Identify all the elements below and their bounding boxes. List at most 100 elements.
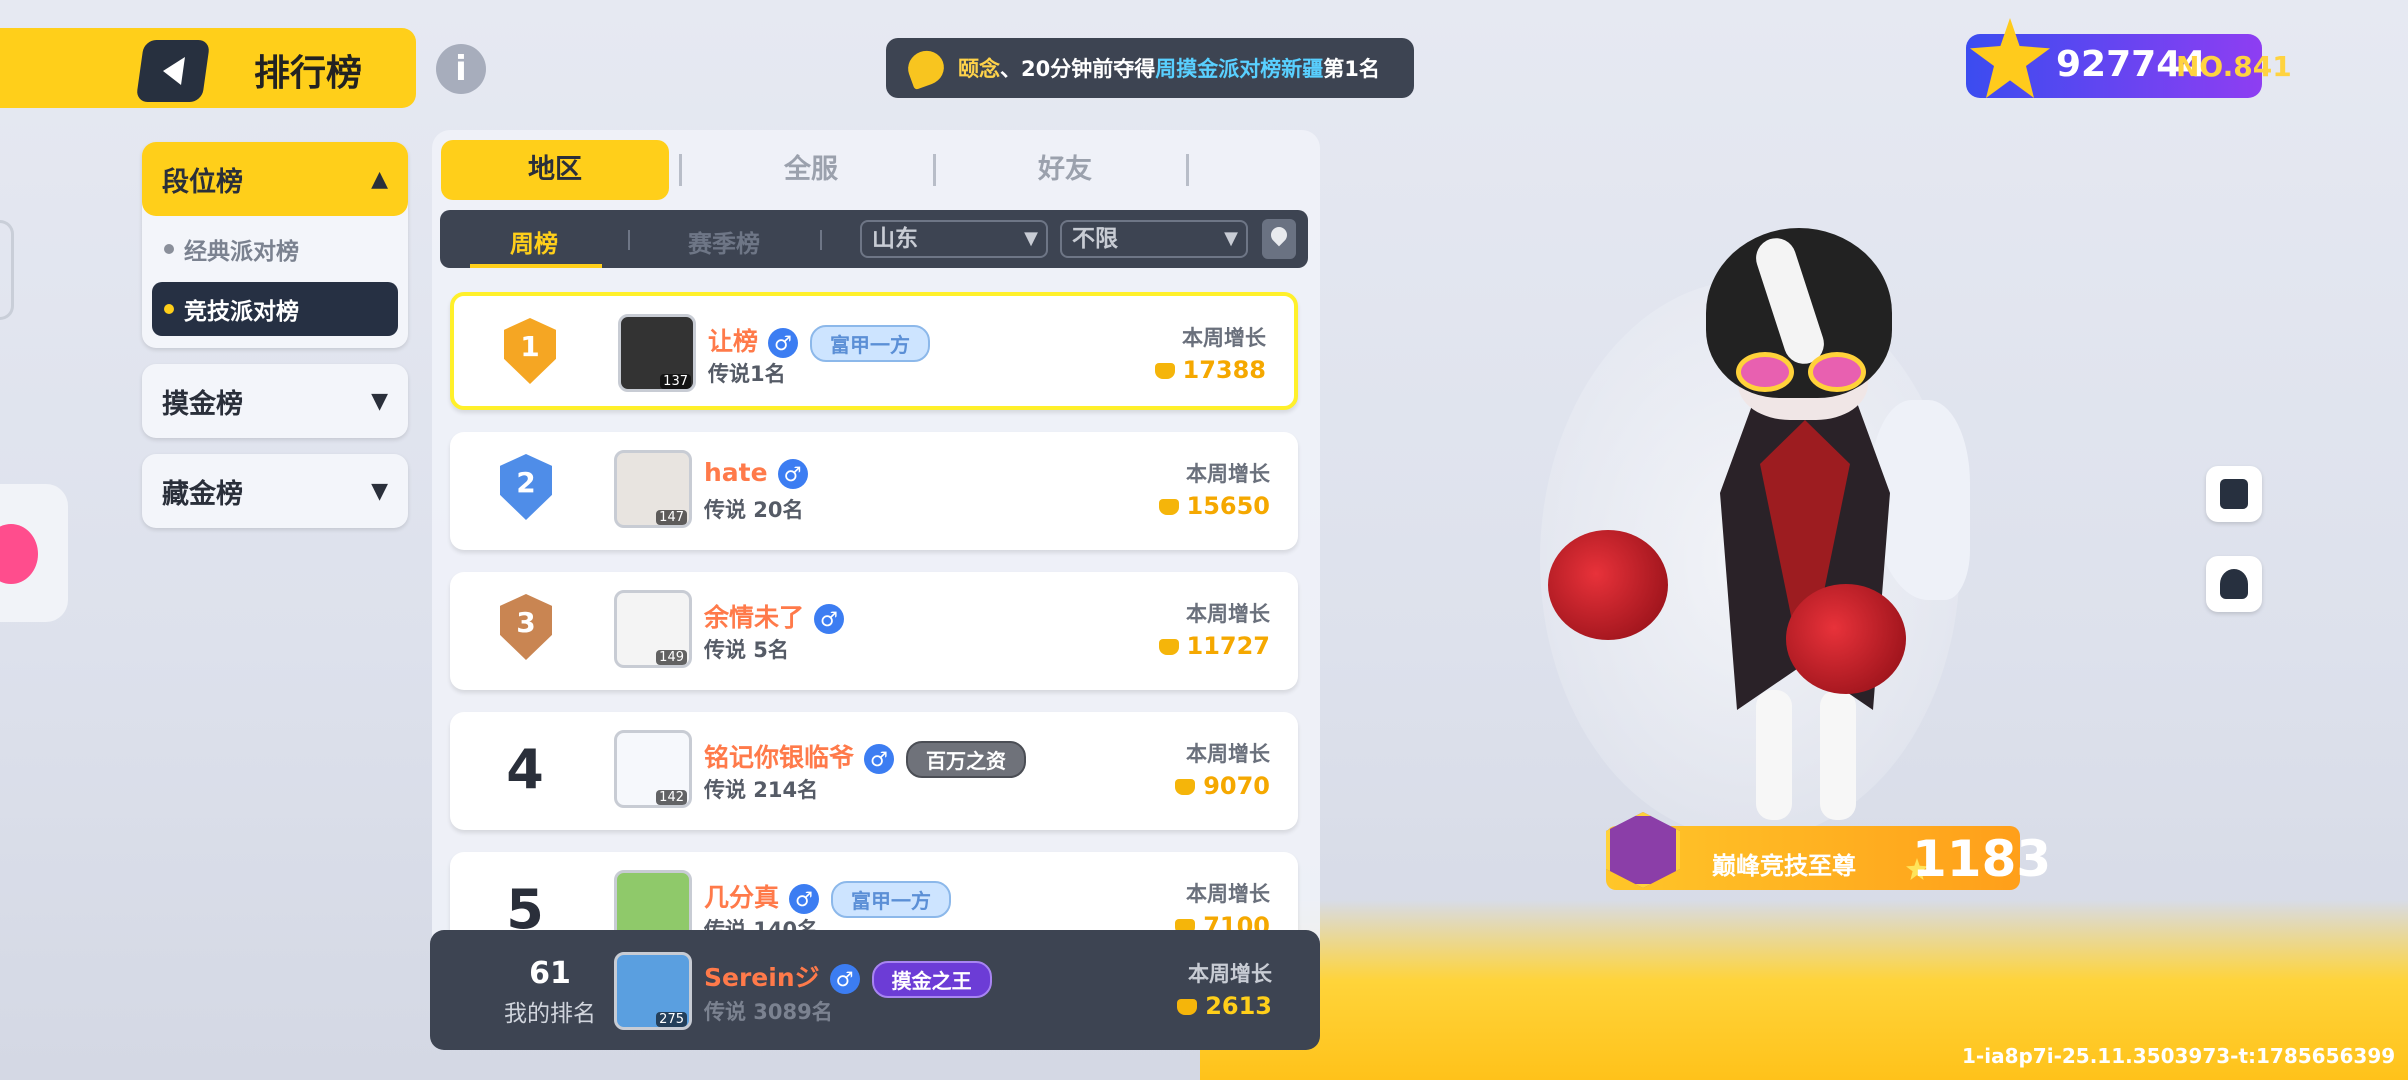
nav-header-gold-hoard[interactable]: 藏金榜 ▼ [142, 454, 408, 528]
nav-item-label: 竞技派对榜 [184, 299, 299, 325]
growth-value: 17388 [1182, 356, 1267, 384]
player-name-line: 几分真 ♂ 富甲一方 [704, 878, 952, 918]
player-tier: 传说 20名 [704, 498, 804, 522]
my-rank-label: 我的排名 [504, 1001, 596, 1027]
global-rank: NO.841 [2176, 50, 2292, 83]
nav-group-gold-hoard: 藏金榜 ▼ [142, 454, 408, 528]
chevron-up-icon: ▲ [371, 166, 388, 192]
player-name-line: 让榜 ♂ 富甲一方 [708, 322, 931, 362]
male-icon: ♂ [814, 604, 845, 634]
scope-select[interactable]: 不限 ▼ [1060, 220, 1248, 258]
coin-icon [1154, 363, 1175, 379]
add-user-icon [2220, 569, 2248, 599]
subtab-underline [470, 264, 602, 268]
title-badge: 富甲一方 [810, 324, 931, 362]
growth-value: 15650 [1186, 492, 1271, 520]
tab-divider [679, 154, 682, 186]
subtab-weekly[interactable]: 周榜 [510, 224, 558, 259]
broadcast-notice: 颐念 、 20分钟前夺得 周摸金派对榜新疆 第1名 [886, 38, 1414, 98]
my-rank-number: 61 [529, 956, 571, 991]
subtab-season[interactable]: 赛季榜 [688, 224, 760, 259]
player-level: 147 [656, 510, 687, 525]
male-icon: ♂ [829, 964, 860, 994]
title-badge: 摸金之王 [871, 960, 992, 998]
chevron-down-icon: ▼ [371, 388, 388, 414]
avatar[interactable]: 149 [614, 590, 692, 668]
back-arrow-icon [161, 57, 185, 85]
player-name-line: 铭记你银临爷 ♂ 百万之资 [704, 738, 1027, 778]
player-tier: 传说 5名 [704, 638, 789, 662]
nav-group-gold-touch: 摸金榜 ▼ [142, 364, 408, 438]
avatar[interactable]: 142 [614, 730, 692, 808]
bullet-icon [164, 244, 174, 254]
subtab-divider [820, 230, 822, 250]
nav-item-competitive-party[interactable]: 竞技派对榜 [152, 282, 398, 336]
coin-icon [1158, 499, 1179, 515]
male-icon: ♂ [864, 744, 895, 774]
leaderboard-row[interactable]: 1 137 让榜 ♂ 富甲一方 传说1名 本周增长 17388 [450, 292, 1298, 410]
leaderboard-row[interactable]: 4 142 铭记你银临爷 ♂ 百万之资 传说 214名 本周增长 9070 [450, 712, 1298, 830]
player-level: 142 [656, 790, 687, 805]
notice-separator: 、 [1000, 57, 1021, 81]
growth-label: 本周增长 [1186, 602, 1270, 626]
player-tier: 传说 3089名 [704, 1000, 833, 1024]
tab-server[interactable]: 全服 [691, 140, 931, 200]
growth-label: 本周增长 [1186, 882, 1270, 906]
title-badge: 百万之资 [906, 740, 1027, 778]
chevron-down-icon: ▼ [1224, 228, 1238, 249]
notice-player-name: 颐念 [958, 57, 1000, 81]
chevron-down-icon: ▼ [371, 478, 388, 504]
honor-title-text: 巅峰竞技至尊 [1712, 852, 1856, 880]
nav-item-label: 经典派对榜 [184, 239, 299, 265]
notes-button[interactable] [2206, 466, 2262, 522]
rose-icon [1548, 530, 1668, 640]
bronze-medal-icon: 3 [480, 590, 570, 670]
notice-place: 第1名 [1323, 57, 1380, 81]
avatar[interactable]: 147 [614, 450, 692, 528]
tab-divider [933, 154, 936, 186]
nav-header-label: 藏金榜 [162, 478, 243, 510]
player-name: 让榜 [708, 327, 759, 356]
player-level: 137 [660, 374, 691, 389]
player-name-line: hate ♂ [704, 458, 808, 489]
player-name: hate [704, 458, 768, 487]
nav-header-gold-touch[interactable]: 摸金榜 ▼ [142, 364, 408, 438]
nav-item-classic-party[interactable]: 经典派对榜 [152, 222, 398, 276]
rank-number: 4 [506, 738, 544, 801]
honor-score: 1183 [1912, 830, 2052, 888]
avatar[interactable]: 137 [618, 314, 696, 392]
region-select[interactable]: 山东 ▼ [860, 220, 1048, 258]
nav-header-label: 摸金榜 [162, 388, 243, 420]
location-pin-button[interactable] [1262, 219, 1296, 259]
coin-icon [1177, 999, 1198, 1015]
leaderboard-row[interactable]: 3 149 余情未了 ♂ 传说 5名 本周增长 11727 [450, 572, 1298, 690]
add-friend-button[interactable] [2206, 556, 2262, 612]
player-name-line: 余情未了 ♂ [704, 598, 845, 634]
growth-value: 2613 [1205, 992, 1272, 1020]
notice-text: 20分钟前夺得 [1021, 57, 1156, 81]
bullet-icon [164, 304, 174, 314]
player-tier: 传说1名 [708, 362, 786, 386]
help-button[interactable]: i [436, 44, 486, 94]
growth-value-line: 9070 [1175, 772, 1270, 800]
growth-value-line: 11727 [1158, 632, 1270, 660]
rose-icon [1786, 584, 1906, 694]
silver-medal-icon: 2 [480, 450, 570, 530]
medal-rank: 3 [516, 606, 536, 639]
nav-header-label: 段位榜 [162, 166, 243, 198]
growth-label: 本周增长 [1188, 962, 1272, 986]
male-icon: ♂ [777, 459, 808, 489]
side-event-button[interactable] [0, 484, 68, 622]
medal-rank: 1 [520, 330, 540, 363]
leaderboard-row[interactable]: 2 147 hate ♂ 传说 20名 本周增长 15650 [450, 432, 1298, 550]
version-string: 1-ia8p7i-25.11.3503973-t:1785656399 [1962, 1044, 2396, 1068]
heart-icon [0, 524, 38, 584]
tab-friends[interactable]: 好友 [945, 140, 1185, 200]
back-button[interactable] [135, 40, 211, 102]
tab-region[interactable]: 地区 [441, 140, 669, 200]
player-level: 149 [656, 650, 687, 665]
title-badge: 富甲一方 [831, 880, 952, 918]
nav-header-rank-tier[interactable]: 段位榜 ▲ [142, 142, 408, 216]
player-tier: 传说 214名 [704, 778, 819, 802]
subtab-divider [628, 230, 630, 250]
